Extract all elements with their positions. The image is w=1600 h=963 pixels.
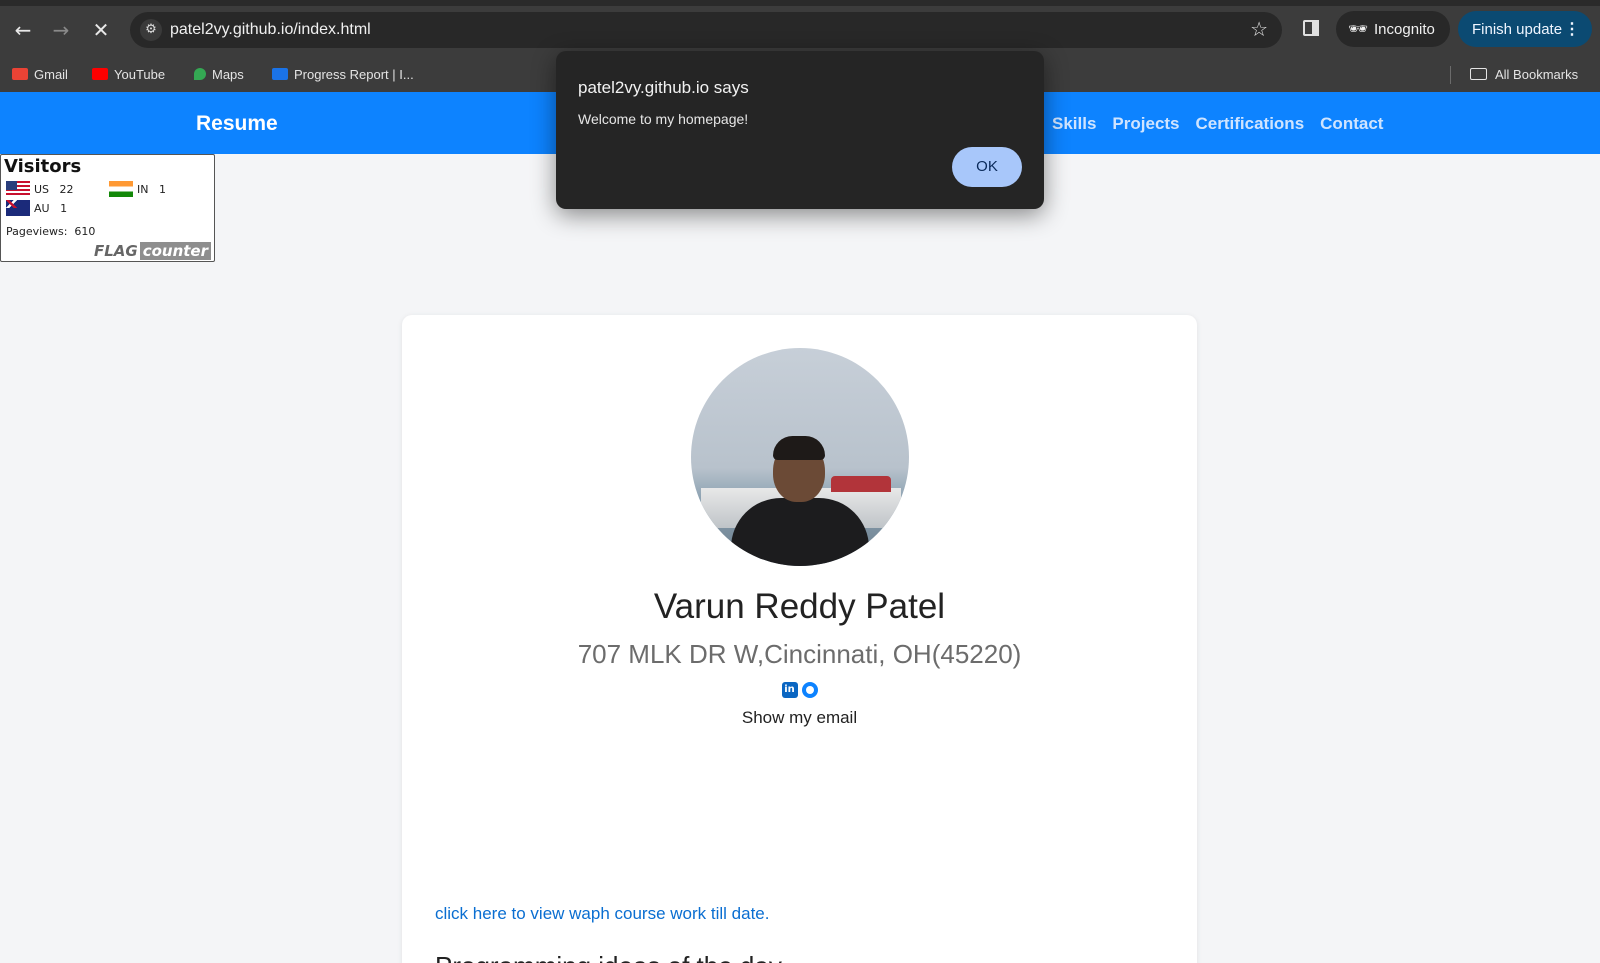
ist-icon [272, 68, 288, 80]
bookmark-maps[interactable]: Maps [194, 64, 244, 86]
linkedin-icon[interactable]: in [781, 681, 798, 698]
profile-address: 707 MLK DR W,Cincinnati, OH(45220) [577, 639, 1022, 669]
bookmarks-divider [1450, 66, 1451, 84]
social-links: in [402, 681, 1197, 699]
flag-counter-widget[interactable]: Visitors US 22 IN 1 AU 1 Pageviews: 610 … [0, 154, 215, 262]
navbar-links: Skills Projects Certifications Contact [1052, 114, 1399, 134]
flag-counter-entry-in: IN 1 [109, 181, 166, 197]
incognito-label: Incognito [1374, 21, 1435, 38]
back-icon[interactable]: ← [10, 17, 36, 43]
india-flag-icon [109, 181, 133, 197]
logo-flag-text: FLAG [93, 242, 138, 260]
url-text[interactable]: patel2vy.github.io/index.html [170, 21, 371, 39]
flag-counter-title: Visitors [4, 156, 82, 177]
flag-counter-logo: FLAG counter [94, 242, 211, 260]
country-code: AU [34, 202, 50, 215]
country-count: 1 [158, 183, 166, 196]
country-code: IN [137, 183, 149, 196]
gmail-icon [12, 68, 28, 80]
show-email-toggle[interactable]: Show my email [402, 708, 1197, 728]
forward-icon[interactable]: → [48, 17, 74, 43]
flag-counter-pageviews: Pageviews: 610 [6, 225, 95, 238]
nav-link-projects[interactable]: Projects [1112, 114, 1179, 133]
bookmark-gmail[interactable]: Gmail [12, 64, 68, 86]
folder-icon [1470, 68, 1487, 80]
nav-link-contact[interactable]: Contact [1320, 114, 1383, 133]
dialog-message: Welcome to my homepage! [578, 111, 749, 127]
github-icon[interactable] [801, 681, 818, 698]
alert-dialog: patel2vy.github.io says Welcome to my ho… [556, 51, 1044, 209]
all-bookmarks-label: All Bookmarks [1495, 67, 1579, 82]
nav-link-skills[interactable]: Skills [1052, 114, 1096, 133]
bookmark-label: Maps [212, 67, 244, 82]
bookmark-progress-report[interactable]: Progress Report | I... [272, 64, 414, 86]
australia-flag-icon [6, 200, 30, 216]
profile-photo [691, 348, 909, 566]
address-bar[interactable]: ⚙ patel2vy.github.io/index.html ☆ [130, 12, 1282, 48]
incognito-icon: 🕶 [1348, 19, 1369, 38]
bookmark-label: YouTube [114, 67, 166, 82]
finish-update-button[interactable]: Finish update ⋮ [1458, 11, 1592, 47]
finish-update-label: Finish update [1472, 21, 1563, 38]
side-panel-icon[interactable] [1300, 17, 1322, 39]
country-code: US [34, 183, 50, 196]
country-count: 22 [59, 183, 74, 196]
logo-counter-text: counter [139, 242, 211, 260]
us-flag-icon [6, 181, 30, 197]
all-bookmarks-button[interactable]: All Bookmarks [1470, 64, 1578, 86]
profile-card: Varun Reddy Patel 707 MLK DR W,Cincinnat… [402, 315, 1197, 963]
dialog-title: patel2vy.github.io says [578, 78, 749, 97]
bookmark-star-icon[interactable]: ☆ [1250, 17, 1268, 41]
bookmark-label: Gmail [34, 67, 68, 82]
section-heading: Programming ideas of the day [435, 951, 782, 963]
bookmark-label: Progress Report | I... [294, 67, 414, 82]
flag-counter-entry-au: AU 1 [6, 200, 67, 216]
nav-link-certifications[interactable]: Certifications [1196, 114, 1305, 133]
coursework-link[interactable]: click here to view waph course work till… [435, 904, 769, 924]
incognito-badge[interactable]: 🕶 Incognito [1336, 11, 1450, 47]
flag-counter-entry-us: US 22 [6, 181, 74, 197]
maps-pin-icon [194, 68, 206, 80]
youtube-icon [92, 68, 108, 80]
menu-dots-icon[interactable]: ⋮ [1564, 19, 1580, 39]
site-settings-icon[interactable]: ⚙ [140, 19, 162, 41]
pageviews-label: Pageviews: [6, 225, 68, 238]
country-count: 1 [60, 202, 68, 215]
profile-name: Varun Reddy Patel [653, 587, 946, 626]
navbar-brand[interactable]: Resume [196, 112, 278, 136]
stop-loading-icon[interactable]: ✕ [88, 17, 114, 43]
bookmark-youtube[interactable]: YouTube [92, 64, 165, 86]
tab-strip [0, 0, 1600, 6]
ok-button[interactable]: OK [952, 147, 1022, 187]
pageviews-value: 610 [74, 225, 96, 238]
